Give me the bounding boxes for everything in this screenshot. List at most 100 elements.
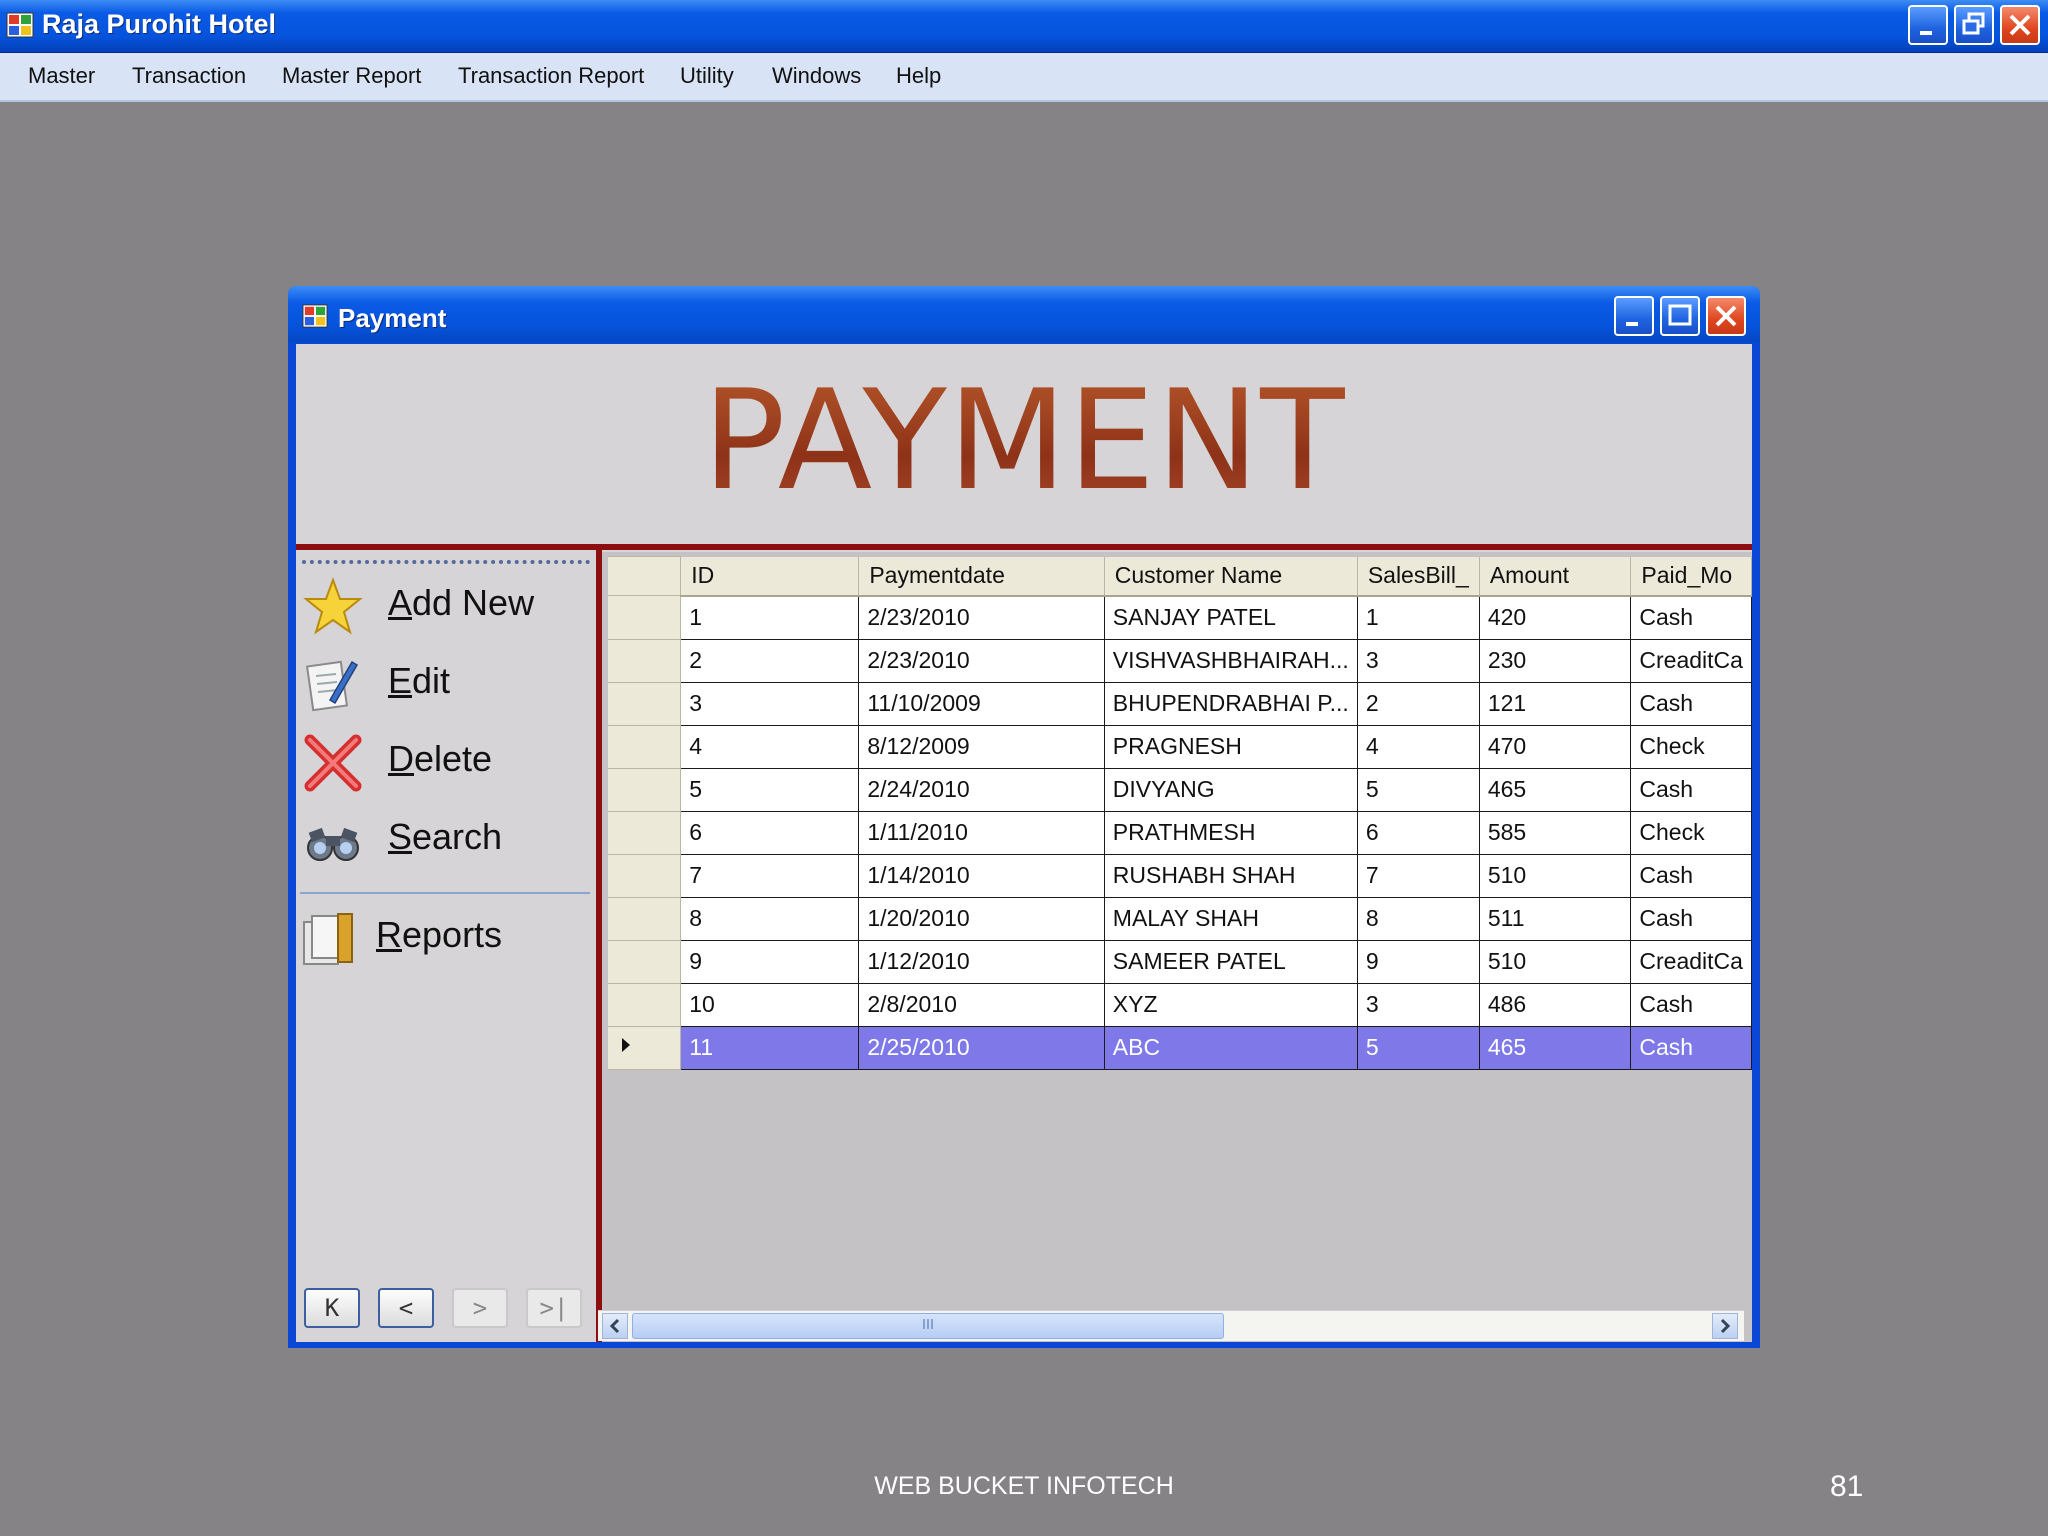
table-cell[interactable]: Check [1630, 810, 1752, 855]
menu-master[interactable]: Master [28, 63, 95, 89]
table-cell[interactable]: 2/23/2010 [858, 638, 1105, 683]
table-row[interactable]: 10 2/8/2010 XYZ 3 486 Cash [608, 982, 1752, 1027]
column-header-salesbill[interactable]: SalesBill_ [1357, 556, 1480, 597]
table-cell[interactable]: 420 [1478, 595, 1632, 640]
first-record-button[interactable]: K [304, 1288, 360, 1328]
menu-windows[interactable]: Windows [772, 63, 861, 89]
search-button[interactable]: Search [300, 804, 590, 874]
table-cell[interactable]: 2 [1356, 681, 1480, 726]
table-cell[interactable]: 510 [1478, 939, 1632, 984]
row-header[interactable] [608, 896, 682, 941]
table-cell[interactable]: 3 [1356, 638, 1480, 683]
table-cell[interactable]: 465 [1478, 767, 1632, 812]
table-cell[interactable]: 585 [1478, 810, 1632, 855]
table-cell[interactable]: 4 [1356, 724, 1480, 769]
table-row[interactable]: 4 8/12/2009 PRAGNESH 4 470 Check [608, 724, 1752, 769]
table-cell[interactable]: Cash [1630, 1025, 1752, 1070]
table-cell[interactable]: 486 [1478, 982, 1632, 1027]
table-cell[interactable]: 1/20/2010 [858, 896, 1105, 941]
table-cell[interactable]: 465 [1478, 1025, 1632, 1070]
row-header[interactable] [608, 982, 682, 1027]
table-cell[interactable]: Cash [1630, 681, 1752, 726]
table-cell[interactable]: Cash [1630, 853, 1752, 898]
table-cell[interactable]: 3 [680, 681, 860, 726]
table-row[interactable]: 3 11/10/2009 BHUPENDRABHAI P... 2 121 Cash [608, 681, 1752, 726]
table-cell[interactable]: 5 [1356, 1025, 1480, 1070]
table-cell[interactable]: 8 [1356, 896, 1480, 941]
table-cell[interactable]: 7 [680, 853, 860, 898]
table-cell[interactable]: CreaditCa [1630, 939, 1752, 984]
table-cell[interactable]: 3 [1356, 982, 1480, 1027]
row-header[interactable] [608, 638, 682, 683]
table-cell[interactable]: 1 [680, 595, 860, 640]
table-cell[interactable]: 4 [680, 724, 860, 769]
table-row[interactable]: 8 1/20/2010 MALAY SHAH 8 511 Cash [608, 896, 1752, 941]
table-cell[interactable]: 6 [1356, 810, 1480, 855]
table-cell[interactable]: 5 [1356, 767, 1480, 812]
table-cell[interactable]: 470 [1478, 724, 1632, 769]
table-cell[interactable]: Check [1630, 724, 1752, 769]
row-header[interactable] [608, 724, 682, 769]
table-cell[interactable]: 8/12/2009 [858, 724, 1105, 769]
scroll-thumb[interactable] [632, 1313, 1224, 1339]
scroll-right-button[interactable] [1712, 1313, 1738, 1339]
horizontal-scrollbar[interactable] [598, 1310, 1744, 1341]
table-cell[interactable]: 9 [1356, 939, 1480, 984]
table-cell[interactable]: 2/24/2010 [858, 767, 1105, 812]
menu-utility[interactable]: Utility [680, 63, 734, 89]
table-cell[interactable]: VISHVASHBHAIRAH... [1103, 638, 1358, 683]
table-cell[interactable]: 11 [680, 1025, 860, 1070]
column-header-paid-mode[interactable]: Paid_Mo [1630, 556, 1752, 597]
table-cell[interactable]: 510 [1478, 853, 1632, 898]
table-cell[interactable]: 7 [1356, 853, 1480, 898]
table-cell[interactable]: 9 [680, 939, 860, 984]
table-row[interactable]: 2 2/23/2010 VISHVASHBHAIRAH... 3 230 CreaditC… [608, 638, 1752, 683]
table-cell[interactable]: 5 [680, 767, 860, 812]
table-cell[interactable]: 2 [680, 638, 860, 683]
menu-transaction-report[interactable]: Transaction Report [458, 63, 644, 89]
child-maximize-button[interactable] [1660, 296, 1700, 336]
table-cell[interactable]: DIVYANG [1103, 767, 1358, 812]
row-header[interactable] [608, 810, 682, 855]
menu-master-report[interactable]: Master Report [282, 63, 421, 89]
table-cell[interactable]: 2/25/2010 [858, 1025, 1105, 1070]
table-cell[interactable]: ABC [1103, 1025, 1358, 1070]
table-cell[interactable]: PRAGNESH [1103, 724, 1358, 769]
row-header[interactable] [608, 939, 682, 984]
table-cell[interactable]: 8 [680, 896, 860, 941]
reports-button[interactable]: Reports [296, 902, 586, 972]
payment-grid[interactable]: ID Paymentdate Customer Name SalesBill_ … [602, 552, 1752, 1342]
table-cell[interactable]: XYZ [1103, 982, 1358, 1027]
table-cell[interactable]: 1/14/2010 [858, 853, 1105, 898]
row-header[interactable] [608, 767, 682, 812]
table-cell[interactable]: 1 [1356, 595, 1480, 640]
table-row[interactable]: 7 1/14/2010 RUSHABH SHAH 7 510 Cash [608, 853, 1752, 898]
close-button[interactable] [2000, 5, 2040, 45]
table-cell[interactable]: 6 [680, 810, 860, 855]
table-cell[interactable]: PRATHMESH [1103, 810, 1358, 855]
table-row[interactable]: 11 2/25/2010 ABC 5 465 Cash [608, 1025, 1752, 1070]
table-cell[interactable]: 230 [1478, 638, 1632, 683]
table-cell[interactable]: 10 [680, 982, 860, 1027]
row-header[interactable] [608, 681, 682, 726]
row-header[interactable] [608, 595, 682, 640]
column-header-amount[interactable]: Amount [1479, 556, 1632, 597]
delete-button[interactable]: Delete [300, 726, 590, 796]
row-header[interactable] [608, 1025, 682, 1070]
next-record-button[interactable]: > [452, 1288, 508, 1328]
table-cell[interactable]: MALAY SHAH [1103, 896, 1358, 941]
table-row[interactable]: 9 1/12/2010 SAMEER PATEL 9 510 CreaditCa [608, 939, 1752, 984]
restore-button[interactable] [1954, 5, 1994, 45]
table-cell[interactable]: Cash [1630, 595, 1752, 640]
table-cell[interactable]: 2/23/2010 [858, 595, 1105, 640]
table-row[interactable]: 5 2/24/2010 DIVYANG 5 465 Cash [608, 767, 1752, 812]
child-close-button[interactable] [1706, 296, 1746, 336]
table-cell[interactable]: 511 [1478, 896, 1632, 941]
table-cell[interactable]: Cash [1630, 767, 1752, 812]
table-cell[interactable]: 1/12/2010 [858, 939, 1105, 984]
table-cell[interactable]: SAMEER PATEL [1103, 939, 1358, 984]
menu-help[interactable]: Help [896, 63, 941, 89]
table-cell[interactable]: Cash [1630, 982, 1752, 1027]
minimize-button[interactable] [1908, 5, 1948, 45]
menu-transaction[interactable]: Transaction [132, 63, 246, 89]
